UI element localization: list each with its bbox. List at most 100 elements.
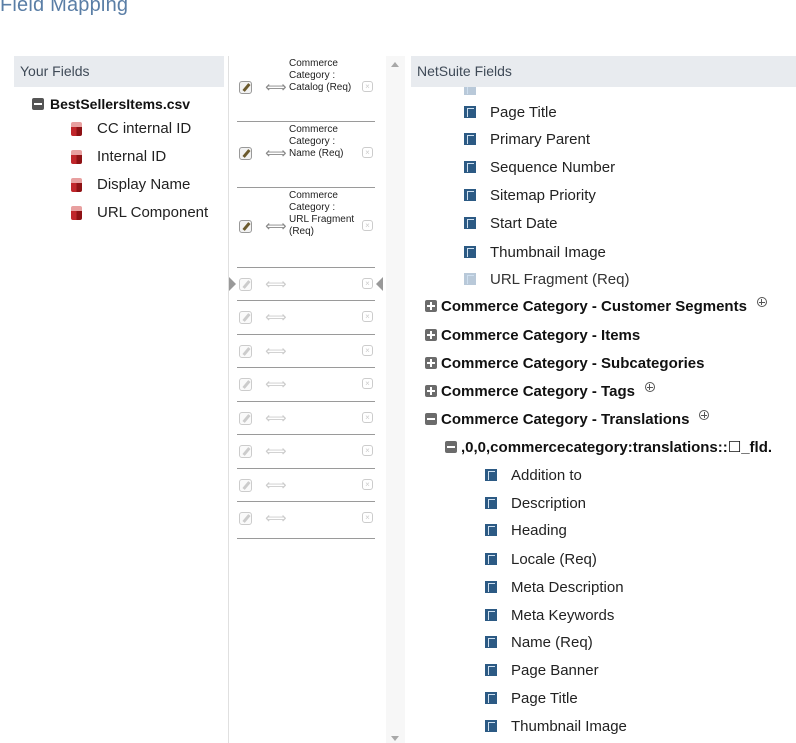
mapping-row[interactable]: ⟺ Commerce Category : URL Fragment (Req)… xyxy=(237,188,375,268)
remove-icon[interactable]: × xyxy=(362,345,373,356)
edit-icon[interactable] xyxy=(239,445,252,458)
edit-icon[interactable] xyxy=(239,345,252,358)
field-icon xyxy=(485,469,497,481)
scroll-down-arrow-icon[interactable] xyxy=(391,736,399,741)
source-field[interactable]: URL Component xyxy=(70,204,208,221)
group-label: Commerce Category - Customer Segments xyxy=(441,297,747,315)
remove-icon[interactable]: × xyxy=(362,445,373,456)
source-field[interactable]: Display Name xyxy=(70,176,190,193)
source-field[interactable]: Internal ID xyxy=(70,148,166,165)
expand-icon[interactable] xyxy=(425,329,437,341)
collapse-icon[interactable] xyxy=(32,98,44,110)
netsuite-field-label: Addition to xyxy=(511,466,582,484)
field-cube-icon xyxy=(70,206,83,220)
remove-icon[interactable]: × xyxy=(362,479,373,490)
expand-icon[interactable] xyxy=(425,300,437,312)
netsuite-field[interactable]: Thumbnail Image xyxy=(485,716,627,736)
netsuite-field[interactable]: Meta Description xyxy=(485,577,624,597)
remove-icon[interactable]: × xyxy=(362,311,373,322)
remove-icon[interactable]: × xyxy=(362,512,373,523)
mapping-row[interactable]: ⟺ Commerce Category : Catalog (Req) × xyxy=(237,56,375,122)
netsuite-group[interactable]: Commerce Category - Translations xyxy=(425,409,710,429)
file-name: BestSellersItems.csv xyxy=(50,96,191,112)
remove-icon[interactable]: × xyxy=(362,378,373,389)
collapse-icon[interactable] xyxy=(425,413,437,425)
netsuite-field-label: Name (Req) xyxy=(511,633,593,651)
netsuite-field[interactable]: Sitemap Priority xyxy=(464,185,596,205)
field-icon xyxy=(485,609,497,621)
edit-icon[interactable] xyxy=(239,311,252,324)
netsuite-field[interactable]: Sequence Number xyxy=(464,157,615,177)
remove-icon[interactable]: × xyxy=(362,278,373,289)
netsuite-group[interactable]: Commerce Category - Subcategories xyxy=(425,353,704,373)
field-icon xyxy=(464,273,476,285)
netsuite-field[interactable]: Locale (Req) xyxy=(485,549,597,569)
add-icon[interactable] xyxy=(699,410,710,420)
netsuite-field[interactable]: Page Title xyxy=(485,688,578,708)
netsuite-group[interactable]: Commerce Category - Tags xyxy=(425,381,655,401)
netsuite-field-mapped[interactable]: URL Fragment (Req) xyxy=(464,269,629,289)
add-icon[interactable] xyxy=(756,297,767,307)
file-node[interactable]: BestSellersItems.csv xyxy=(32,96,190,112)
netsuite-field[interactable]: Start Date xyxy=(464,213,558,233)
edit-icon[interactable] xyxy=(239,412,252,425)
netsuite-subgroup[interactable]: ,0,0,commercecategory:translations::☐_fl… xyxy=(445,437,772,457)
netsuite-field[interactable]: Meta Keywords xyxy=(485,605,614,625)
remove-icon[interactable]: × xyxy=(362,147,373,158)
netsuite-field-label: Page Title xyxy=(490,103,557,121)
map-arrows-icon: ⟺ xyxy=(265,510,287,527)
field-cube-icon xyxy=(70,122,83,136)
mapping-scrollbar[interactable] xyxy=(386,56,405,743)
mapping-row-empty[interactable]: ⟺ × xyxy=(237,435,375,469)
add-icon[interactable] xyxy=(644,382,655,392)
remove-icon[interactable]: × xyxy=(362,81,373,92)
netsuite-field-label: Sitemap Priority xyxy=(490,186,596,204)
field-icon xyxy=(464,87,476,95)
mapping-row-empty[interactable]: ⟺ × xyxy=(237,402,375,435)
edit-icon[interactable] xyxy=(239,512,252,525)
netsuite-field-label: Heading xyxy=(511,521,567,539)
edit-icon[interactable] xyxy=(239,479,252,492)
edit-icon[interactable] xyxy=(239,81,252,94)
netsuite-field-label: Thumbnail Image xyxy=(490,243,606,261)
map-arrows-icon: ⟺ xyxy=(265,376,287,393)
field-icon xyxy=(464,246,476,258)
netsuite-field[interactable] xyxy=(464,87,490,99)
scroll-up-arrow-icon[interactable] xyxy=(391,62,399,67)
mapping-row-empty[interactable]: ⟺ × xyxy=(237,268,375,301)
expand-icon[interactable] xyxy=(425,385,437,397)
mapping-row-empty[interactable]: ⟺ × xyxy=(237,368,375,402)
edit-icon[interactable] xyxy=(239,147,252,160)
netsuite-group[interactable]: Commerce Category - Customer Segments xyxy=(425,296,767,316)
edit-icon[interactable] xyxy=(239,220,252,233)
netsuite-field[interactable]: Page Title xyxy=(464,102,557,122)
netsuite-field[interactable]: Page Banner xyxy=(485,660,599,680)
group-label: Commerce Category - Items xyxy=(441,326,641,344)
map-arrows-icon: ⟺ xyxy=(265,477,287,494)
netsuite-field[interactable]: Description xyxy=(485,493,586,513)
expand-icon[interactable] xyxy=(425,357,437,369)
source-field[interactable]: CC internal ID xyxy=(70,120,191,137)
mapping-row-empty[interactable]: ⟺ × xyxy=(237,335,375,368)
map-arrows-icon: ⟺ xyxy=(265,410,287,427)
edit-icon[interactable] xyxy=(239,378,252,391)
edit-icon[interactable] xyxy=(239,278,252,291)
mapping-row[interactable]: ⟺ Commerce Category : Name (Req) × xyxy=(237,122,375,188)
your-fields-panel: Your Fields BestSellersItems.csv CC inte… xyxy=(14,56,224,743)
netsuite-field[interactable]: Name (Req) xyxy=(485,632,593,652)
collapse-icon[interactable] xyxy=(445,441,457,453)
mapping-row-empty[interactable]: ⟺ × xyxy=(237,502,375,539)
source-field-label: Internal ID xyxy=(97,148,167,165)
remove-icon[interactable]: × xyxy=(362,220,373,231)
netsuite-group[interactable]: Commerce Category - Items xyxy=(425,325,640,345)
netsuite-field[interactable]: Thumbnail Image xyxy=(464,242,606,262)
group-label: Commerce Category - Translations xyxy=(441,410,690,428)
netsuite-field[interactable]: Addition to xyxy=(485,465,582,485)
netsuite-field[interactable]: Heading xyxy=(485,520,567,540)
mapping-row-empty[interactable]: ⟺ × xyxy=(237,469,375,502)
remove-icon[interactable]: × xyxy=(362,412,373,423)
netsuite-fields-header: NetSuite Fields xyxy=(411,56,796,87)
netsuite-field[interactable]: Primary Parent xyxy=(464,129,590,149)
netsuite-fields-tree[interactable]: Page Title Primary Parent Sequence Numbe… xyxy=(411,87,796,743)
mapping-row-empty[interactable]: ⟺ × xyxy=(237,301,375,335)
